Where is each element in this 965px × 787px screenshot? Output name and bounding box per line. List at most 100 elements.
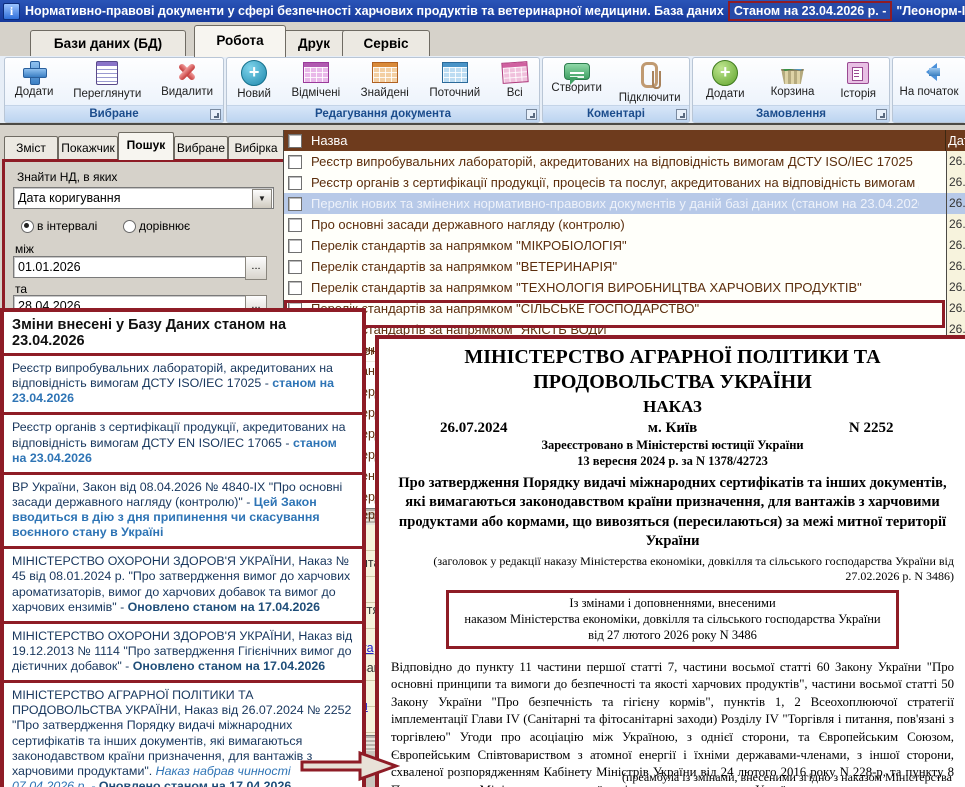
dialog-launcher-icon[interactable] bbox=[876, 109, 887, 120]
dialog-launcher-icon[interactable] bbox=[210, 109, 221, 120]
list-item[interactable]: МІНІСТЕРСТВО ОХОРОНИ ЗДОРОВ'Я УКРАЇНИ, Н… bbox=[4, 624, 362, 683]
order-add-button[interactable]: + Додати bbox=[702, 58, 749, 102]
row-checkbox[interactable] bbox=[288, 176, 302, 190]
tab-index[interactable]: Покажчик bbox=[58, 136, 118, 159]
button-label: Новий bbox=[237, 88, 271, 100]
row-checkbox[interactable] bbox=[288, 197, 302, 211]
date-from-picker-button[interactable]: ... bbox=[245, 256, 267, 280]
row-checkbox[interactable] bbox=[288, 239, 302, 253]
row-checkbox[interactable] bbox=[288, 155, 302, 169]
row-date: 26. bbox=[946, 193, 965, 215]
favorites-view-button[interactable]: Переглянути bbox=[69, 58, 145, 102]
marked-documents-button[interactable]: Відмічені bbox=[287, 58, 344, 101]
order-history-button[interactable]: Історія bbox=[836, 58, 880, 102]
favorites-delete-button[interactable]: Видалити bbox=[157, 58, 217, 100]
toolbar-group-navigation: На початок bbox=[892, 57, 965, 123]
radio-interval-label[interactable]: в інтервалі bbox=[37, 219, 97, 233]
tab-service[interactable]: Сервіс bbox=[342, 30, 430, 56]
radio-equals-label[interactable]: дорівнює bbox=[139, 219, 190, 233]
table-row[interactable]: Перелік стандартів за напрямком "МІКРОБІ… bbox=[284, 235, 965, 257]
search-field-selector[interactable]: Дата коригування ▼ bbox=[13, 187, 274, 209]
radio-equals[interactable] bbox=[123, 220, 136, 233]
current-document-button[interactable]: Поточний bbox=[425, 58, 484, 101]
tab-print[interactable]: Друк bbox=[278, 30, 350, 56]
document-registration-line1: Зареєстровано в Міністерстві юстиції Укр… bbox=[391, 437, 954, 453]
row-name: Реєстр випробувальних лабораторій, акред… bbox=[311, 151, 919, 172]
row-name: Перелік стандартів за напрямком "СІЛЬСЬК… bbox=[311, 298, 919, 319]
button-label: Знайдені bbox=[361, 87, 409, 99]
radio-interval[interactable] bbox=[21, 220, 34, 233]
button-label: На початок bbox=[900, 86, 959, 98]
row-date: 26. bbox=[946, 298, 965, 320]
button-label: Історія bbox=[840, 88, 876, 100]
found-documents-button[interactable]: Знайдені bbox=[357, 58, 413, 101]
document-kind: НАКАЗ bbox=[391, 397, 954, 417]
paperclip-icon bbox=[641, 62, 658, 88]
row-checkbox[interactable] bbox=[288, 218, 302, 232]
order-basket-button[interactable]: Корзина bbox=[767, 58, 819, 100]
toolbar-group-orders: + Додати Корзина Історія Замовлення bbox=[692, 57, 890, 123]
go-home-button[interactable]: На початок bbox=[896, 58, 963, 100]
group-caption-favorites: Вибране bbox=[5, 105, 223, 122]
table-row[interactable]: Реєстр органів з сертифікації продукції,… bbox=[284, 172, 965, 194]
row-name: Перелік стандартів за напрямком "ВЕТЕРИН… bbox=[311, 256, 919, 277]
row-date: 26. bbox=[946, 277, 965, 299]
button-label: Видалити bbox=[161, 86, 213, 98]
list-item[interactable]: Реєстр органів з сертифікації продукції,… bbox=[4, 415, 362, 474]
button-label: Додати bbox=[15, 86, 54, 98]
row-date: 26. bbox=[946, 172, 965, 194]
table-row[interactable]: Перелік стандартів за напрямком "СІЛЬСЬК… bbox=[284, 298, 965, 320]
table-row[interactable]: Реєстр випробувальних лабораторій, акред… bbox=[284, 151, 965, 173]
create-comment-button[interactable]: Створити bbox=[547, 58, 605, 96]
list-item[interactable]: ВР України, Закон від 08.04.2026 № 4840-… bbox=[4, 475, 362, 550]
attach-comment-button[interactable]: Підключити bbox=[615, 58, 685, 106]
all-documents-button[interactable]: Всі bbox=[497, 58, 533, 101]
row-checkbox[interactable] bbox=[288, 260, 302, 274]
history-journal-icon bbox=[847, 62, 869, 84]
list-header-row[interactable]: Назва Дата bbox=[284, 130, 965, 151]
chevron-down-icon[interactable]: ▼ bbox=[252, 189, 272, 209]
tab-search[interactable]: Пошук bbox=[118, 132, 174, 160]
date-from-input[interactable]: 01.01.2026 bbox=[13, 256, 249, 278]
list-item[interactable]: Реєстр випробувальних лабораторій, акред… bbox=[4, 356, 362, 415]
document-view: МІНІСТЕРСТВО АГРАРНОЇ ПОЛІТИКИ ТА ПРОДОВ… bbox=[375, 335, 965, 787]
dialog-launcher-icon[interactable] bbox=[526, 109, 537, 120]
toolbar-group-edit-document: + Новий Відмічені Знайдені Поточний bbox=[226, 57, 540, 123]
button-label: Переглянути bbox=[73, 88, 141, 100]
title-date-highlight: Станом на 23.04.2026 р. - bbox=[728, 1, 893, 21]
row-date: 26. bbox=[946, 235, 965, 257]
tab-work[interactable]: Робота bbox=[194, 25, 286, 57]
document-body-paragraph: Відповідно до пункту 11 частини першої с… bbox=[391, 659, 954, 787]
amendment-line: Із змінами і доповненнями, внесеними bbox=[453, 595, 892, 611]
table-row[interactable]: Перелік стандартів за напрямком "ВЕТЕРИН… bbox=[284, 256, 965, 278]
row-name: Реєстр органів з сертифікації продукції,… bbox=[311, 172, 919, 193]
column-header-name[interactable]: Назва bbox=[311, 130, 347, 151]
table-row[interactable]: Про основні засади державного нагляду (к… bbox=[284, 214, 965, 236]
dialog-launcher-icon[interactable] bbox=[676, 109, 687, 120]
item-note: Оновлено станом на 17.04.2026 bbox=[99, 779, 291, 787]
tab-favorites[interactable]: Вибране bbox=[174, 136, 228, 159]
window-title-tail: "Леонорм-Інформ ... bbox=[896, 4, 965, 18]
group-caption-orders: Замовлення bbox=[693, 105, 889, 122]
toolbar-group-comments: Створити Підключити Коментарі bbox=[542, 57, 690, 123]
row-checkbox[interactable] bbox=[288, 281, 302, 295]
document-meta-row: 26.07.2024 м. Київ N 2252 bbox=[391, 420, 954, 437]
table-row[interactable]: Перелік стандартів за напрямком "ТЕХНОЛО… bbox=[284, 277, 965, 299]
document-date: 26.07.2024 bbox=[391, 420, 557, 437]
tab-contents[interactable]: Зміст bbox=[4, 136, 58, 159]
item-note: Оновлено станом на 17.04.2026 bbox=[128, 600, 320, 614]
favorites-add-button[interactable]: Додати bbox=[11, 58, 58, 100]
table-row-selected[interactable]: Перелік нових та змінених нормативно-пра… bbox=[284, 193, 965, 215]
select-all-checkbox[interactable] bbox=[288, 134, 302, 148]
toolbar-group-favorites: Додати Переглянути Видалити Вибране bbox=[4, 57, 224, 123]
column-header-date[interactable]: Дата bbox=[945, 130, 965, 151]
list-item[interactable]: МІНІСТЕРСТВО АГРАРНОЇ ПОЛІТИКИ ТА ПРОДОВ… bbox=[4, 683, 362, 787]
new-document-button[interactable]: + Новий bbox=[233, 58, 275, 102]
tab-databases[interactable]: Бази даних (БД) bbox=[30, 30, 186, 56]
group-label: Вибране bbox=[89, 108, 138, 120]
row-name: Перелік нових та змінених нормативно-пра… bbox=[311, 193, 919, 214]
tab-selection[interactable]: Вибірка bbox=[228, 136, 284, 159]
list-item[interactable]: МІНІСТЕРСТВО ОХОРОНИ ЗДОРОВ'Я УКРАЇНИ, Н… bbox=[4, 549, 362, 624]
basket-icon bbox=[779, 69, 805, 84]
search-caption: Знайти НД, в яких bbox=[17, 170, 117, 184]
